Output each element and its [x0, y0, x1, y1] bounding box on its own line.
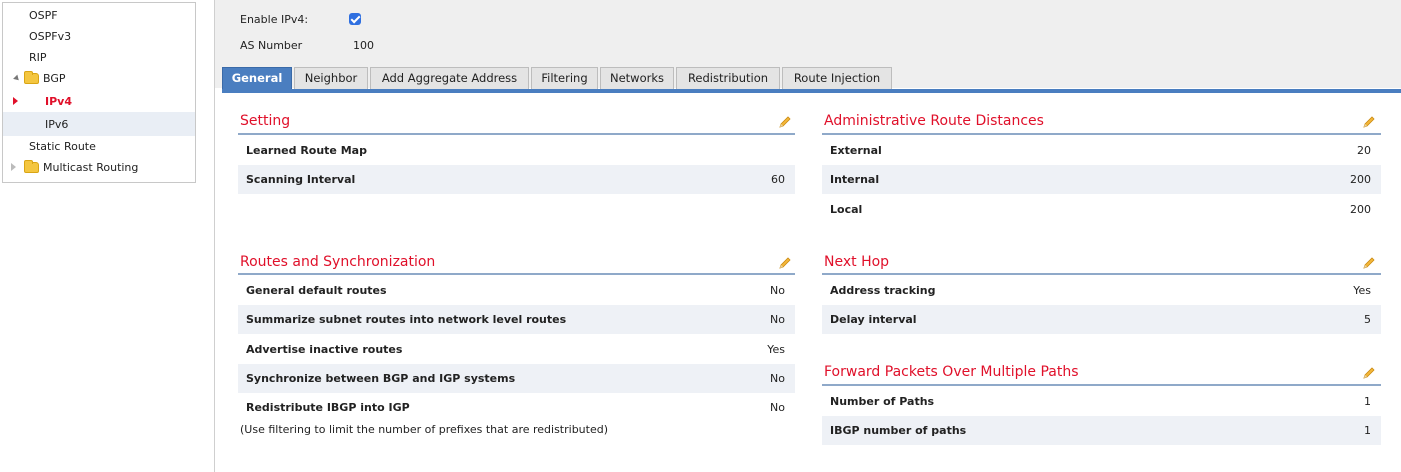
tree-item-label: Static Route: [29, 140, 96, 153]
section-rule: [822, 133, 1381, 135]
row-key: Internal: [830, 173, 880, 186]
section-title-setting: Setting: [240, 113, 291, 129]
row-key: Redistribute IBGP into IGP: [246, 401, 410, 414]
tree-item-label: BGP: [43, 72, 66, 85]
tree-item-ipv4[interactable]: IPv4: [3, 91, 195, 112]
tree-item-bgp[interactable]: BGP: [3, 68, 195, 89]
tab-networks[interactable]: Networks: [600, 67, 674, 89]
row-key: General default routes: [246, 284, 387, 297]
tab-filtering[interactable]: Filtering: [531, 67, 598, 89]
selected-arrow-icon: [13, 97, 18, 105]
tab-redistribution[interactable]: Redistribution: [676, 67, 780, 89]
section-rule: [238, 133, 795, 135]
row-key: Synchronize between BGP and IGP systems: [246, 372, 516, 385]
enable-ipv4-label: Enable IPv4:: [240, 13, 309, 26]
tab-underline: [222, 89, 1401, 93]
row-key: IBGP number of paths: [830, 424, 967, 437]
row-value: Yes: [1353, 284, 1371, 297]
enable-ipv4-checkbox[interactable]: [349, 13, 361, 25]
table-row: General default routes No: [238, 276, 795, 305]
folder-icon: [24, 160, 39, 173]
row-value: 200: [1350, 203, 1371, 216]
row-key: Address tracking: [830, 284, 936, 297]
tree-item-ospf[interactable]: OSPF: [3, 5, 195, 26]
table-row: Redistribute IBGP into IGP No: [238, 393, 795, 422]
section-title-forward-packets: Forward Packets Over Multiple Paths: [824, 364, 1079, 380]
tree-item-multicast-routing[interactable]: Multicast Routing: [3, 157, 195, 178]
row-value: 1: [1364, 395, 1371, 408]
row-value: No: [770, 401, 785, 414]
row-key: Summarize subnet routes into network lev…: [246, 313, 567, 326]
pencil-icon[interactable]: [1362, 115, 1376, 129]
row-key: Number of Paths: [830, 395, 935, 408]
tree-item-label: IPv6: [45, 118, 69, 131]
pencil-icon[interactable]: [1362, 256, 1376, 270]
tab-route-injection[interactable]: Route Injection: [782, 67, 892, 89]
table-row: Address tracking Yes: [822, 276, 1381, 305]
collapsed-arrow-icon[interactable]: [11, 163, 16, 171]
section-rule: [822, 384, 1381, 386]
row-value: 1: [1364, 424, 1371, 437]
tab-add-aggregate-address[interactable]: Add Aggregate Address: [370, 67, 529, 89]
row-value: 200: [1350, 173, 1371, 186]
redistribute-note: (Use filtering to limit the number of pr…: [240, 423, 609, 436]
folder-icon: [24, 71, 39, 84]
row-key: External: [830, 144, 882, 157]
section-title-routes-sync: Routes and Synchronization: [240, 254, 436, 270]
row-key: Scanning Interval: [246, 173, 356, 186]
section-title-admin-distances: Administrative Route Distances: [824, 113, 1044, 129]
tree-item-label: IPv4: [45, 95, 72, 108]
table-row: Delay interval 5: [822, 305, 1381, 334]
row-key: Local: [830, 203, 863, 216]
row-value: No: [770, 313, 785, 326]
pencil-icon[interactable]: [778, 115, 792, 129]
row-value: Yes: [767, 343, 785, 356]
tab-neighbor[interactable]: Neighbor: [294, 67, 368, 89]
tab-general[interactable]: General: [222, 67, 292, 89]
section-rule: [238, 273, 795, 275]
row-key: Delay interval: [830, 313, 917, 326]
tree-item-label: OSPFv3: [29, 30, 72, 43]
section-title-next-hop: Next Hop: [824, 254, 890, 270]
tree-item-ipv6[interactable]: IPv6: [3, 114, 195, 135]
navigation-tree: OSPF OSPFv3 RIP BGP IPv4 IPv6 Static Rou…: [2, 2, 196, 183]
row-value: 60: [771, 173, 785, 186]
tree-item-label: RIP: [29, 51, 47, 64]
tree-item-rip[interactable]: RIP: [3, 47, 195, 68]
tree-item-label: Multicast Routing: [43, 161, 139, 174]
table-row: Number of Paths 1: [822, 387, 1381, 416]
table-row: Learned Route Map: [238, 136, 795, 165]
pencil-icon[interactable]: [778, 256, 792, 270]
table-row: Scanning Interval 60: [238, 165, 795, 194]
as-number-label: AS Number: [240, 39, 303, 52]
row-key: Advertise inactive routes: [246, 343, 403, 356]
row-value: No: [770, 372, 785, 385]
table-row: Advertise inactive routes Yes: [238, 335, 795, 364]
table-row: Local 200: [822, 195, 1381, 224]
section-rule: [822, 273, 1381, 275]
table-row: IBGP number of paths 1: [822, 416, 1381, 445]
table-row: Internal 200: [822, 165, 1381, 194]
row-value: 20: [1357, 144, 1371, 157]
tree-item-static-route[interactable]: Static Route: [3, 136, 195, 157]
row-value: 5: [1364, 313, 1371, 326]
table-row: External 20: [822, 136, 1381, 165]
row-key: Learned Route Map: [246, 144, 367, 157]
pencil-icon[interactable]: [1362, 366, 1376, 380]
row-value: No: [770, 284, 785, 297]
tree-item-label: OSPF: [29, 9, 58, 22]
tree-item-ospfv3[interactable]: OSPFv3: [3, 26, 195, 47]
as-number-value: 100: [353, 39, 374, 52]
expanded-arrow-icon[interactable]: [13, 74, 21, 83]
table-row: Summarize subnet routes into network lev…: [238, 305, 795, 334]
table-row: Synchronize between BGP and IGP systems …: [238, 364, 795, 393]
